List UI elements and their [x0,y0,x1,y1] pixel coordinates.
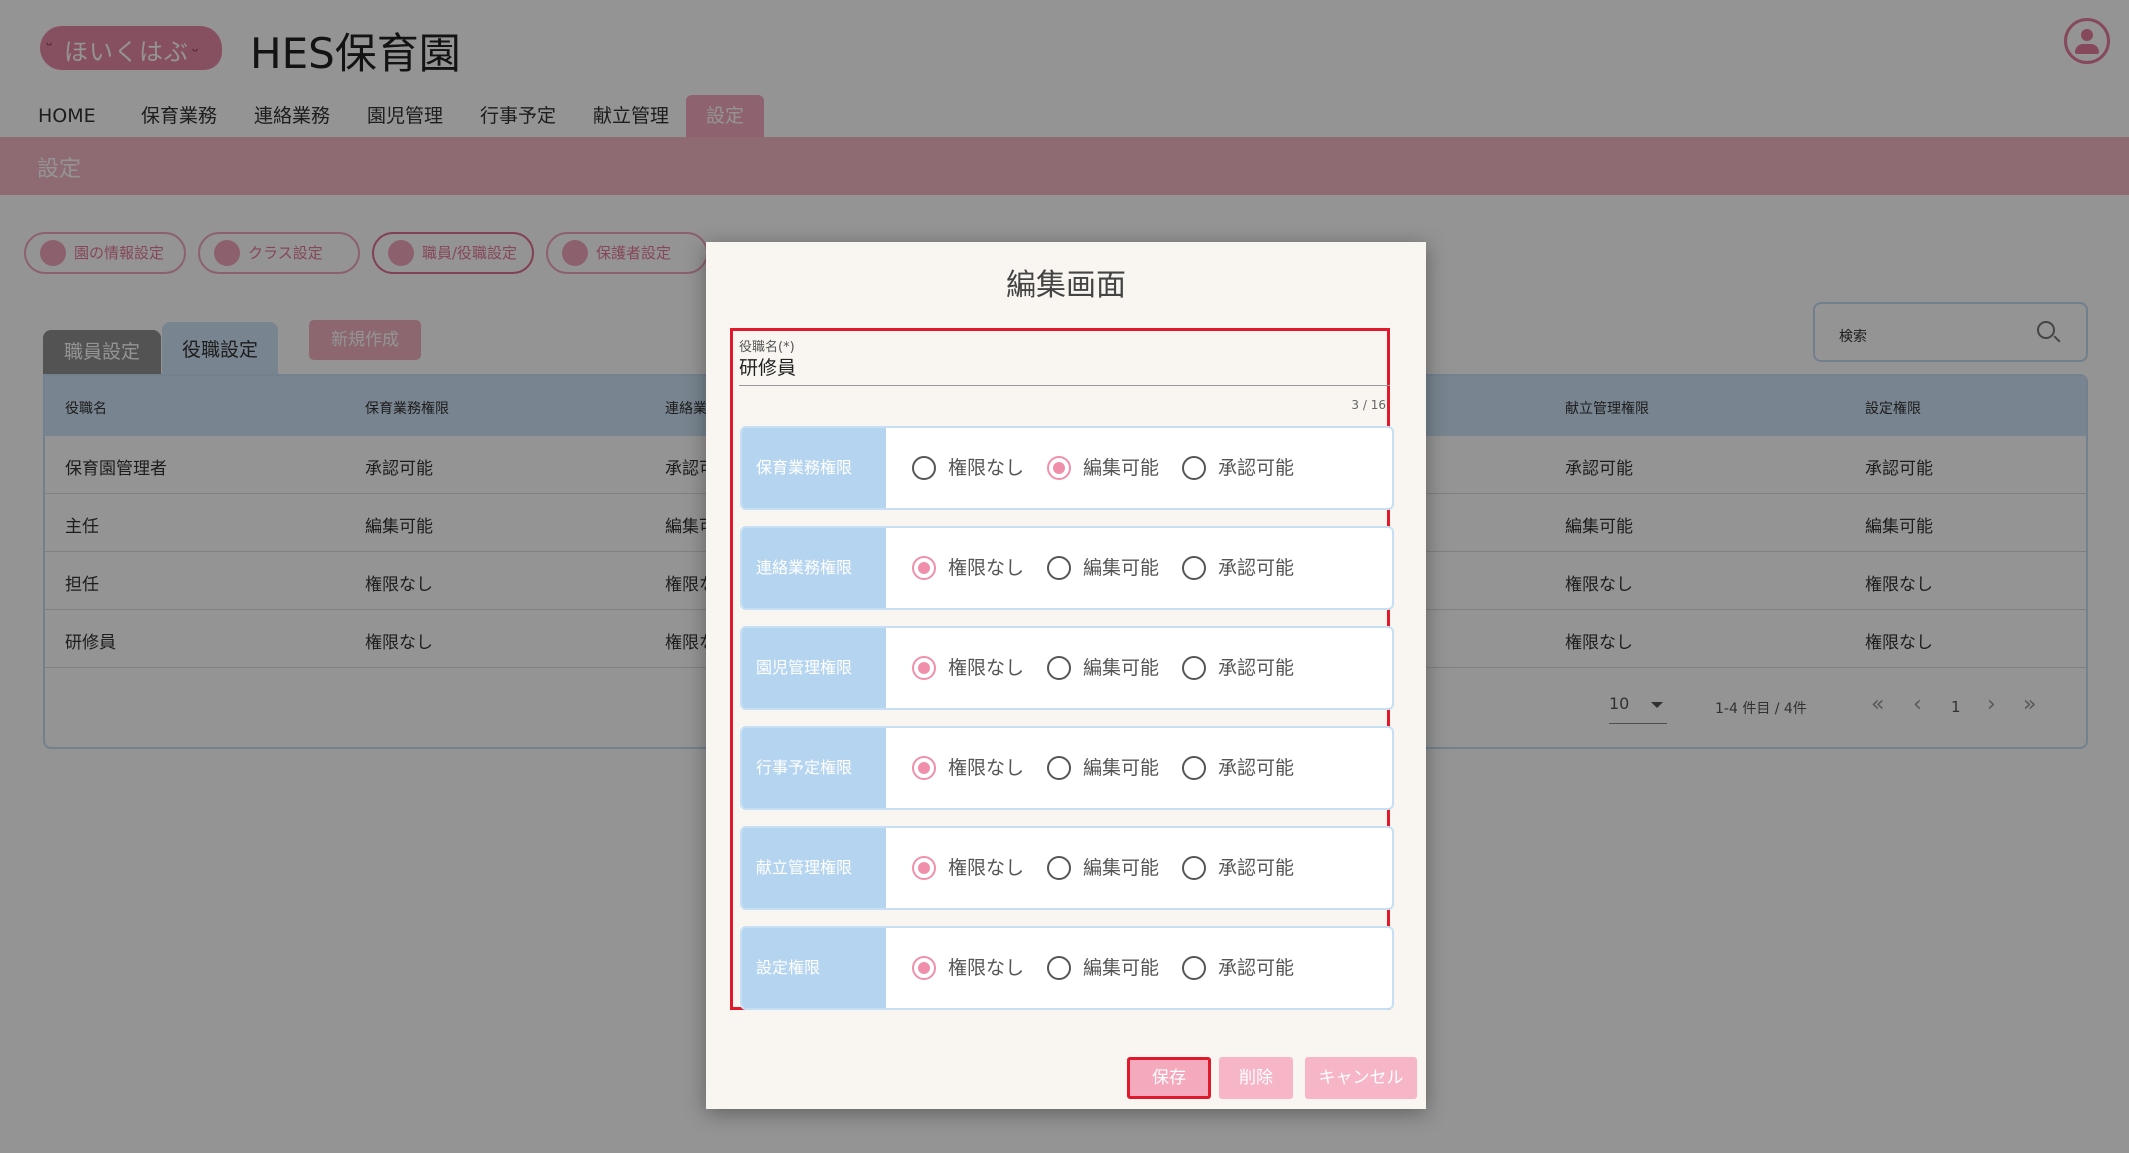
radio-icon [1047,456,1071,480]
option-label: 編集可能 [1083,457,1160,479]
radio-icon [1182,456,1206,480]
perm-label: 園児管理権限 [742,628,886,708]
perm-label: 行事予定権限 [742,728,886,808]
delete-button[interactable]: 削除 [1219,1057,1293,1099]
radio-icon [1182,556,1206,580]
perm-row-child-management: 園児管理権限 権限なし 編集可能 承認可能 [740,626,1394,710]
radio-icon [1047,956,1071,980]
option-label: 承認可能 [1218,757,1295,779]
radio-icon [912,456,936,480]
perm-label: 献立管理権限 [742,828,886,908]
option-label: 権限なし [948,657,1025,679]
char-counter: 3 / 16 [1351,398,1386,412]
radio-icon [912,556,936,580]
option-label: 承認可能 [1218,957,1295,979]
perm-row-childcare: 保育業務権限 権限なし 編集可能 承認可能 [740,426,1394,510]
perm-label: 連絡業務権限 [742,528,886,608]
option-label: 権限なし [948,857,1025,879]
dialog-title: 編集画面 [1006,268,1126,303]
option-label: 権限なし [948,957,1025,979]
option-label: 権限なし [948,757,1025,779]
cancel-button[interactable]: キャンセル [1305,1057,1417,1099]
radio-icon [912,656,936,680]
radio-icon [912,956,936,980]
option-label: 編集可能 [1083,657,1160,679]
role-name-field[interactable]: 研修員 [739,356,1390,386]
perm-row-events: 行事予定権限 権限なし 編集可能 承認可能 [740,726,1394,810]
option-label: 権限なし [948,557,1025,579]
radio-icon [1182,656,1206,680]
radio-icon [1182,856,1206,880]
radio-icon [1182,756,1206,780]
option-label: 承認可能 [1218,557,1295,579]
option-label: 承認可能 [1218,657,1295,679]
role-name-label: 役職名(*) [739,340,795,355]
option-label: 編集可能 [1083,857,1160,879]
edit-dialog: 編集画面 役職名(*) 研修員 3 / 16 保育業務権限 権限なし 編集可能 … [706,242,1426,1109]
perm-label: 保育業務権限 [742,428,886,508]
radio-icon [1047,656,1071,680]
perm-row-settings: 設定権限 権限なし 編集可能 承認可能 [740,926,1394,1010]
radio-icon [912,856,936,880]
perm-label: 設定権限 [742,928,886,1008]
option-label: 承認可能 [1218,457,1295,479]
option-label: 編集可能 [1083,957,1160,979]
radio-icon [1047,856,1071,880]
perm-row-menu-management: 献立管理権限 権限なし 編集可能 承認可能 [740,826,1394,910]
radio-icon [912,756,936,780]
option-label: 承認可能 [1218,857,1295,879]
option-label: 編集可能 [1083,557,1160,579]
radio-icon [1047,756,1071,780]
radio-icon [1182,956,1206,980]
option-label: 編集可能 [1083,757,1160,779]
option-label: 権限なし [948,457,1025,479]
perm-row-contact: 連絡業務権限 権限なし 編集可能 承認可能 [740,526,1394,610]
save-button[interactable]: 保存 [1127,1057,1211,1099]
radio-icon [1047,556,1071,580]
